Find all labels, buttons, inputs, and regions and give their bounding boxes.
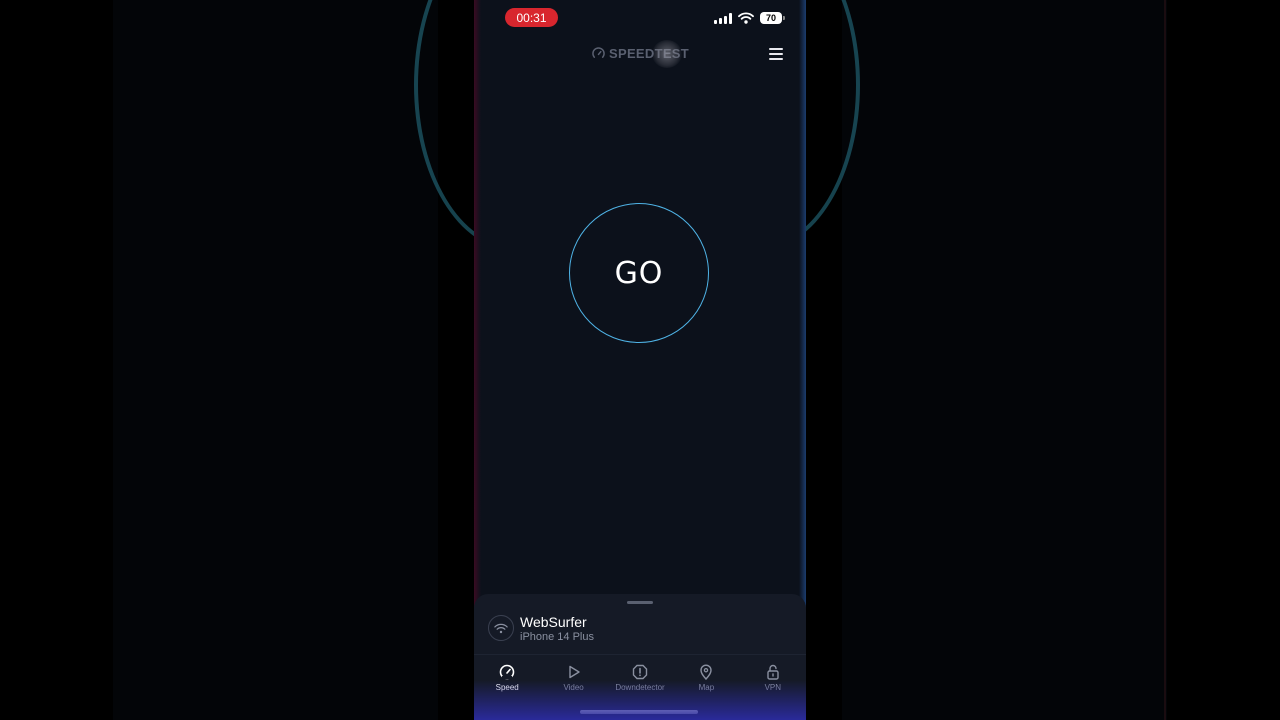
- gauge-icon: [592, 47, 605, 58]
- menu-line: [769, 48, 783, 50]
- tab-vpn[interactable]: VPN: [740, 655, 806, 698]
- home-indicator[interactable]: [580, 710, 698, 714]
- go-button[interactable]: GO: [569, 203, 709, 343]
- map-pin-icon: [700, 664, 713, 680]
- tab-downdetector[interactable]: Downdetector: [607, 655, 673, 698]
- play-icon: [568, 665, 580, 679]
- tab-video[interactable]: Video: [540, 655, 606, 698]
- device-name: iPhone 14 Plus: [520, 631, 594, 643]
- background-left: [113, 0, 438, 720]
- recording-time: 00:31: [516, 10, 547, 25]
- status-icons: 70: [714, 12, 785, 24]
- tab-speed[interactable]: Speed: [474, 655, 540, 698]
- tab-label: Video: [563, 683, 584, 692]
- connection-name[interactable]: WebSurfer: [520, 614, 587, 630]
- speedometer-icon: [499, 664, 515, 680]
- menu-line: [769, 53, 783, 55]
- phone-screen: 00:31 70 SPEEDTEST GO WebSurfer iPhone 1…: [474, 0, 806, 720]
- sheet-grab-handle[interactable]: [627, 601, 653, 604]
- background-right: [842, 0, 1167, 720]
- tab-label: Speed: [495, 683, 519, 692]
- battery-level: 70: [765, 13, 776, 23]
- tab-map[interactable]: Map: [673, 655, 739, 698]
- tab-bar: Speed Video Downdetector Map VPN: [474, 654, 806, 698]
- wifi-connection-icon: [488, 615, 514, 641]
- tab-label: VPN: [764, 683, 782, 692]
- alert-icon: [632, 664, 648, 680]
- background-edge: [1164, 0, 1166, 720]
- menu-button[interactable]: [768, 46, 784, 62]
- lock-icon: [767, 664, 779, 680]
- tab-label: Map: [698, 683, 715, 692]
- bottom-sheet: WebSurfer iPhone 14 Plus Speed Video Dow…: [474, 594, 806, 720]
- app-header: SPEEDTEST: [474, 40, 806, 68]
- recording-indicator[interactable]: 00:31: [505, 8, 558, 27]
- go-label: GO: [614, 255, 664, 291]
- wifi-icon: [738, 12, 754, 24]
- menu-line: [769, 58, 783, 60]
- tab-label: Downdetector: [615, 683, 665, 692]
- cellular-signal-icon: [714, 12, 732, 24]
- battery-icon: 70: [760, 12, 785, 24]
- touch-indicator: [652, 40, 682, 68]
